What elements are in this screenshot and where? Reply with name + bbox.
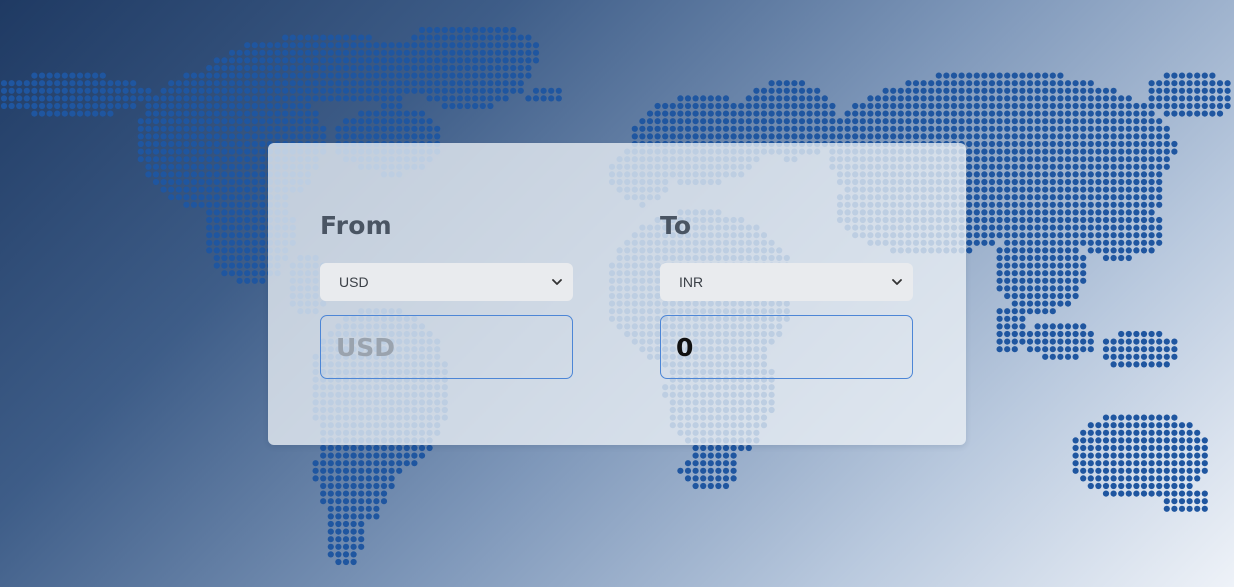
from-currency-value: USD	[339, 274, 369, 290]
to-currency-select[interactable]: INR	[660, 263, 913, 301]
to-label: To	[660, 211, 692, 240]
from-label: From	[320, 211, 392, 240]
chevron-down-icon	[891, 276, 903, 288]
to-currency-value: INR	[679, 274, 704, 290]
from-currency-select[interactable]: USD	[320, 263, 573, 301]
chevron-down-icon	[551, 276, 563, 288]
to-amount-field[interactable]: 0	[660, 315, 913, 379]
to-amount-output: 0	[676, 332, 694, 362]
from-amount-field[interactable]	[320, 315, 573, 379]
converter-card: From USD To INR 0	[268, 143, 966, 445]
from-amount-input[interactable]	[336, 332, 557, 362]
